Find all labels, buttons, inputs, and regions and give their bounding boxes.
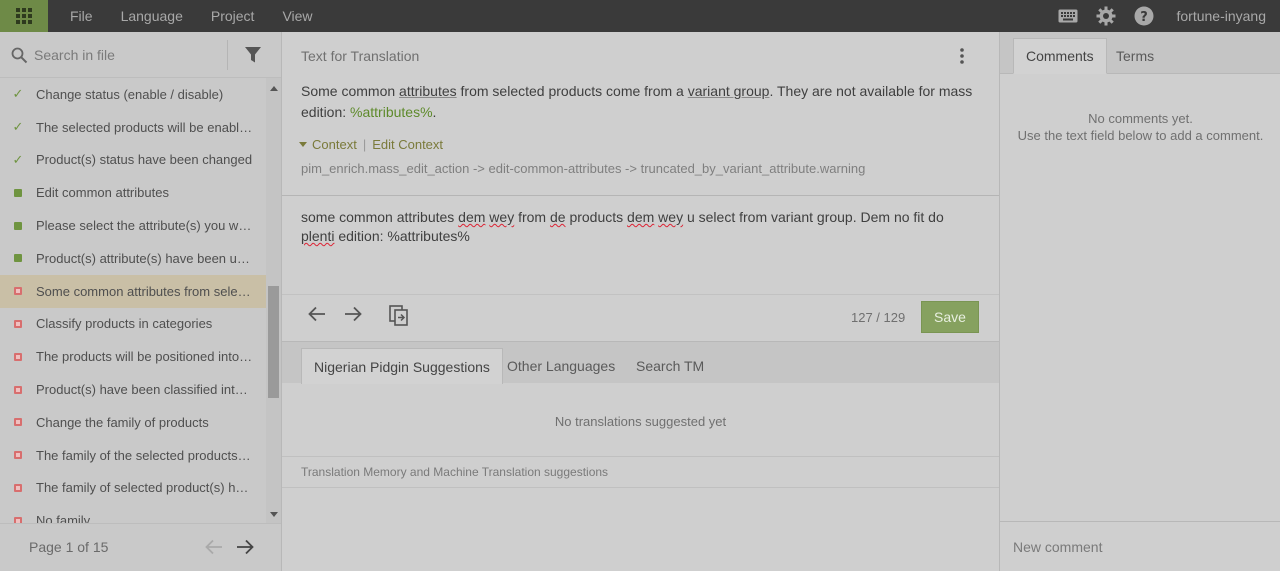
untranslated-status-icon (12, 318, 24, 330)
translated-status-icon (12, 187, 24, 199)
menu-language[interactable]: Language (121, 8, 183, 24)
edit-context-link[interactable]: Edit Context (372, 137, 443, 152)
list-item[interactable]: Please select the attribute(s) you want … (0, 209, 266, 242)
source-text: Some common attributes from selected pro… (301, 83, 973, 120)
placeholder-token[interactable]: %attributes% (350, 104, 432, 120)
copy-source-icon[interactable] (389, 305, 409, 330)
list-item[interactable]: The family of selected product(s) has be… (0, 472, 266, 505)
untranslated-status-icon (12, 416, 24, 428)
context-key: pim_enrich.mass_edit_action -> edit-comm… (301, 161, 866, 176)
untranslated-status-icon (12, 285, 24, 297)
list-item[interactable]: Change the family of products (0, 406, 266, 439)
more-options-icon[interactable] (960, 48, 964, 67)
search-input[interactable] (34, 44, 224, 66)
grid-icon (16, 8, 32, 24)
top-right-tools: ? fortune-inyang (1040, 0, 1266, 32)
filter-icon[interactable] (244, 46, 262, 67)
scroll-up-arrow-icon[interactable] (270, 86, 278, 91)
svg-text:?: ? (1141, 10, 1149, 25)
keyboard-icon[interactable] (1058, 9, 1078, 23)
tab-search-tm[interactable]: Search TM (624, 348, 716, 384)
untranslated-status-icon (12, 482, 24, 494)
page-indicator: Page 1 of 15 (29, 539, 109, 555)
editor-toolbar: 127 / 129 Save (282, 295, 999, 341)
list-item[interactable]: Product(s) have been classified into the (0, 373, 266, 406)
next-string-arrow-icon[interactable] (344, 306, 362, 325)
list-item[interactable]: The family of the selected products will… (0, 439, 266, 472)
list-item[interactable]: ✓The selected products will be enabled o… (0, 111, 266, 144)
prev-page-arrow-icon[interactable] (205, 539, 223, 558)
gear-icon[interactable] (1096, 6, 1116, 26)
save-button[interactable]: Save (921, 301, 979, 333)
list-item[interactable]: No family (0, 504, 266, 523)
list-item[interactable]: The products will be positioned into the (0, 340, 266, 373)
glossary-term[interactable]: variant group (688, 83, 770, 99)
translation-textarea[interactable]: some common attributes dem wey from de p… (301, 208, 981, 246)
tab-other-languages[interactable]: Other Languages (495, 348, 627, 384)
context-toggle[interactable]: Context (312, 137, 357, 152)
tab-language-suggestions[interactable]: Nigerian Pidgin Suggestions (301, 348, 503, 384)
comments-tabs: Comments Terms (1000, 32, 1280, 74)
suggestions-footer: Translation Memory and Machine Translati… (282, 456, 999, 488)
strings-list: ✓ Change status (enable / disable) ✓ The s… (0, 78, 266, 523)
list-item[interactable]: Classify products in categories (0, 308, 266, 341)
suggestions-tabs: Nigerian Pidgin Suggestions Other Langua… (282, 341, 999, 384)
glossary-term[interactable]: attributes (399, 83, 457, 99)
menu-view[interactable]: View (282, 8, 312, 24)
untranslated-status-icon (12, 515, 24, 523)
list-item[interactable]: Edit common attributes (0, 176, 266, 209)
search-icon (11, 47, 28, 67)
no-comments-message: No comments yet. Use the text field belo… (1017, 111, 1264, 143)
apps-grid-button[interactable] (0, 0, 48, 32)
scroll-thumb[interactable] (268, 286, 279, 398)
context-separator: | (362, 137, 367, 152)
comments-panel: Comments Terms No comments yet. Use the … (999, 32, 1280, 571)
new-comment-box (1000, 521, 1280, 571)
search-row (0, 32, 281, 78)
translated-status-icon (12, 220, 24, 232)
approved-check-icon: ✓ (12, 86, 24, 102)
list-item[interactable]: ✓ Product(s) status have been changed (0, 144, 266, 177)
list-item-active[interactable]: Some common attributes from selected pro… (0, 274, 266, 308)
main-menu: File Language Project View (56, 0, 327, 32)
context-row: Context | Edit Context (299, 137, 443, 152)
suggestions-footer-text: Translation Memory and Machine Translati… (301, 465, 609, 479)
untranslated-status-icon (12, 384, 24, 396)
top-bar: File Language Project View ? fortune-iny… (0, 0, 1280, 32)
strings-scrollbar[interactable] (266, 78, 281, 523)
next-page-arrow-icon[interactable] (236, 539, 254, 558)
char-counter: 127 / 129 (851, 310, 906, 325)
list-item[interactable]: ✓ Change status (enable / disable) (0, 78, 266, 111)
untranslated-status-icon (12, 351, 24, 363)
approved-check-icon: ✓ (12, 151, 24, 167)
editor-panel: Text for Translation Some common attribu… (282, 32, 999, 571)
tab-terms[interactable]: Terms (1104, 38, 1166, 74)
pagination: Page 1 of 15 (0, 523, 281, 571)
previous-string-arrow-icon[interactable] (308, 306, 326, 325)
scroll-down-arrow-icon[interactable] (270, 512, 278, 517)
source-header: Text for Translation (301, 48, 420, 64)
no-suggestions-message: No translations suggested yet (554, 414, 727, 429)
menu-project[interactable]: Project (211, 8, 255, 24)
filter-separator (227, 40, 228, 70)
user-name[interactable]: fortune-inyang (1176, 8, 1266, 24)
list-item[interactable]: Product(s) attribute(s) have been update… (0, 242, 266, 275)
tab-comments[interactable]: Comments (1013, 38, 1107, 74)
translated-status-icon (12, 252, 24, 264)
help-icon[interactable]: ? (1134, 6, 1154, 26)
new-comment-input[interactable] (1013, 536, 1263, 558)
approved-check-icon: ✓ (12, 119, 24, 135)
untranslated-status-icon (12, 449, 24, 461)
menu-file[interactable]: File (70, 8, 93, 24)
chevron-down-icon (299, 142, 307, 147)
strings-panel: ✓Change status (enable / disable) ✓The s… (0, 32, 282, 571)
divider (282, 195, 999, 196)
